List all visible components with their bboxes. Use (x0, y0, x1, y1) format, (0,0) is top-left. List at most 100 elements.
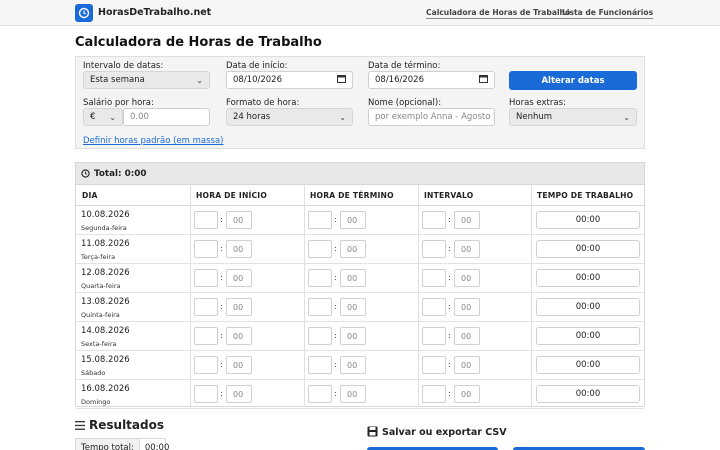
total-time-label: Tempo total: (76, 439, 140, 450)
end-date-label: Data de término: (368, 61, 441, 71)
time-separator: : (220, 244, 223, 253)
nav-link-calculator[interactable]: Calculadora de Horas de Trabalho (426, 8, 571, 19)
break-minute-input[interactable]: 00 (454, 269, 480, 287)
end-hour-input[interactable] (308, 211, 332, 229)
time-separator: : (220, 389, 223, 398)
start-minute-input[interactable]: 00 (226, 327, 252, 345)
currency-select[interactable]: € ⌄ (83, 108, 123, 126)
table-row: 16.08.2026 Domingo:00:00:00 00:00 (76, 380, 644, 409)
change-dates-button[interactable]: Alterar datas (509, 71, 637, 90)
row-date: 10.08.2026 (81, 210, 130, 220)
time-separator: : (220, 215, 223, 224)
end-hour-input[interactable] (308, 240, 332, 258)
start-minute-input[interactable]: 00 (226, 298, 252, 316)
calendar-icon[interactable] (337, 74, 346, 86)
end-hour-input[interactable] (308, 298, 332, 316)
save-icon (367, 426, 378, 440)
table-row: 13.08.2026 Quinta-feira:00:00:00 00:00 (76, 293, 644, 322)
end-minute-input[interactable]: 00 (340, 211, 366, 229)
break-hour-input[interactable] (422, 269, 446, 287)
work-hours-table: Total: 0:00 DIA HORA DE INÍCIO HORA DE T… (75, 162, 645, 409)
time-separator: : (220, 302, 223, 311)
break-minute-input[interactable]: 00 (454, 298, 480, 316)
break-minute-input[interactable]: 00 (454, 356, 480, 374)
overtime-label: Horas extras: (509, 98, 566, 108)
start-hour-input[interactable] (194, 269, 218, 287)
total-bar: Total: 0:00 (76, 163, 644, 185)
column-header-day: DIA (76, 185, 190, 206)
row-weekday: Domingo (81, 398, 111, 406)
end-date-input[interactable]: 08/16/2026 (368, 71, 495, 89)
chevron-down-icon: ⌄ (339, 112, 346, 122)
start-hour-input[interactable] (194, 385, 218, 403)
date-range-select[interactable]: Esta semana ⌄ (83, 71, 210, 89)
start-hour-input[interactable] (194, 298, 218, 316)
end-minute-input[interactable]: 00 (340, 356, 366, 374)
start-hour-input[interactable] (194, 356, 218, 374)
start-hour-input[interactable] (194, 211, 218, 229)
overtime-select[interactable]: Nenhum ⌄ (509, 108, 637, 126)
hour-format-select[interactable]: 24 horas ⌄ (226, 108, 353, 126)
name-input[interactable]: por exemplo Anna - Agosto 20 (368, 108, 495, 126)
end-minute-input[interactable]: 00 (340, 327, 366, 345)
date-range-label: Intervalo de datas: (83, 61, 164, 71)
work-time-output: 00:00 (536, 327, 640, 345)
time-separator: : (334, 331, 337, 340)
row-date: 12.08.2026 (81, 268, 130, 278)
end-hour-input[interactable] (308, 327, 332, 345)
start-hour-input[interactable] (194, 327, 218, 345)
time-separator: : (334, 389, 337, 398)
time-separator: : (448, 244, 451, 253)
list-icon (75, 421, 85, 433)
set-default-hours-link[interactable]: Definir horas padrão (em massa) (83, 136, 224, 146)
work-time-output: 00:00 (536, 356, 640, 374)
start-minute-input[interactable]: 00 (226, 211, 252, 229)
end-hour-input[interactable] (308, 356, 332, 374)
site-logo-text[interactable]: HorasDeTrabalho.net (98, 7, 211, 18)
start-hour-input[interactable] (194, 240, 218, 258)
start-minute-input[interactable]: 00 (226, 385, 252, 403)
end-minute-input[interactable]: 00 (340, 269, 366, 287)
break-hour-input[interactable] (422, 327, 446, 345)
break-minute-input[interactable]: 00 (454, 385, 480, 403)
clock-logo-icon[interactable] (75, 4, 93, 22)
work-time-output: 00:00 (536, 269, 640, 287)
row-weekday: Sexta-feira (81, 340, 117, 348)
row-weekday: Quarta-feira (81, 282, 121, 290)
break-hour-input[interactable] (422, 298, 446, 316)
page-title: Calculadora de Horas de Trabalho (75, 35, 322, 50)
results-title: Resultados (89, 418, 164, 432)
break-hour-input[interactable] (422, 240, 446, 258)
table-row: 12.08.2026 Quarta-feira:00:00:00 00:00 (76, 264, 644, 293)
nav-link-employee-list[interactable]: Lista de Funcionários (562, 8, 654, 19)
time-separator: : (334, 360, 337, 369)
hour-format-label: Formato de hora: (226, 98, 300, 108)
end-hour-input[interactable] (308, 385, 332, 403)
end-minute-input[interactable]: 00 (340, 298, 366, 316)
end-minute-input[interactable]: 00 (340, 385, 366, 403)
overtime-value: Nenhum (516, 112, 553, 122)
name-label: Nome (opcional): (368, 98, 442, 108)
start-minute-input[interactable]: 00 (226, 240, 252, 258)
row-date: 14.08.2026 (81, 326, 130, 336)
currency-value: € (90, 112, 96, 122)
end-date-value: 08/16/2026 (375, 75, 424, 85)
row-weekday: Sábado (81, 369, 106, 377)
break-minute-input[interactable]: 00 (454, 327, 480, 345)
break-hour-input[interactable] (422, 211, 446, 229)
calendar-icon[interactable] (479, 74, 488, 86)
column-header-work-time: TEMPO DE TRABALHO (531, 185, 644, 206)
row-date: 11.08.2026 (81, 239, 130, 249)
break-minute-input[interactable]: 00 (454, 211, 480, 229)
start-date-input[interactable]: 08/10/2026 (226, 71, 353, 89)
end-hour-input[interactable] (308, 269, 332, 287)
end-minute-input[interactable]: 00 (340, 240, 366, 258)
time-separator: : (448, 302, 451, 311)
time-separator: : (220, 360, 223, 369)
break-hour-input[interactable] (422, 385, 446, 403)
break-minute-input[interactable]: 00 (454, 240, 480, 258)
start-minute-input[interactable]: 00 (226, 356, 252, 374)
break-hour-input[interactable] (422, 356, 446, 374)
hourly-salary-input[interactable]: 0.00 (123, 108, 210, 126)
start-minute-input[interactable]: 00 (226, 269, 252, 287)
